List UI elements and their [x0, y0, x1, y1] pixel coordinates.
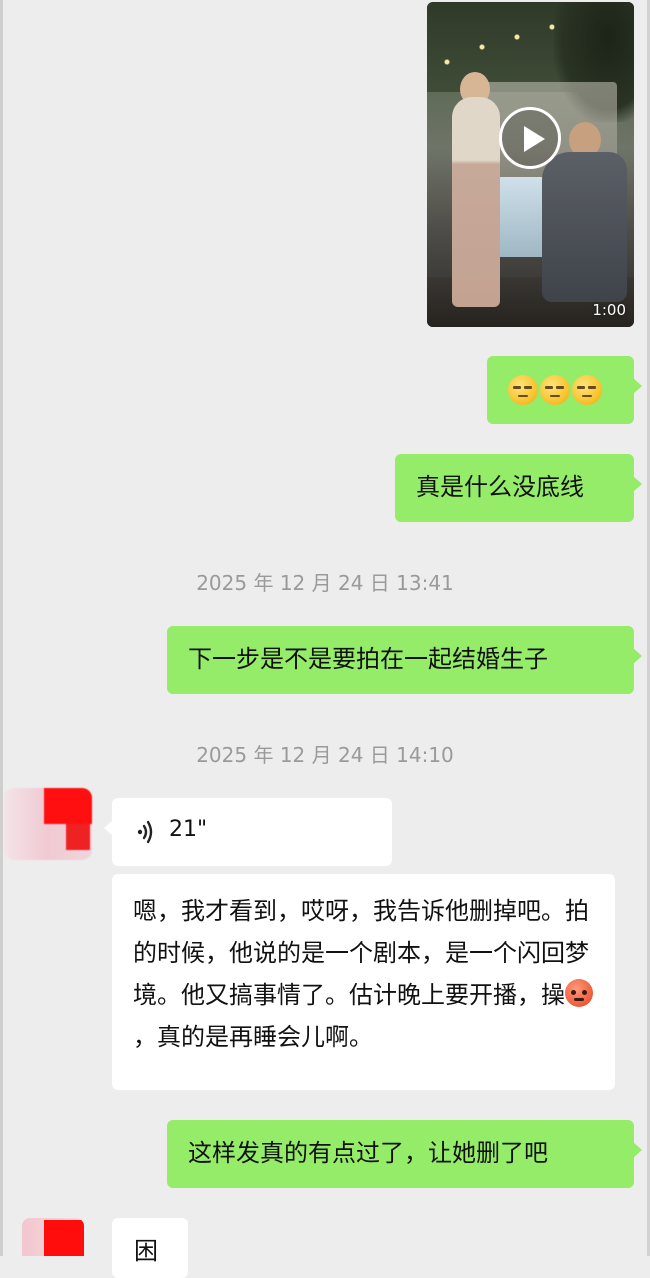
- timestamp: 2025 年 12 月 24 日 13:41: [196, 571, 454, 595]
- message-text: 嗯，我才看到，哎呀，我告诉他删掉吧。拍的时候，他说的是一个剧本，是一个闪回梦境。…: [133, 897, 589, 1009]
- avatar-red-block: [44, 788, 92, 824]
- standing-woman: [452, 97, 500, 307]
- contact-avatar[interactable]: [22, 1218, 84, 1256]
- avatar-red-block: [44, 1220, 84, 1256]
- sent-message-bubble[interactable]: 真是什么没底线: [395, 454, 642, 522]
- received-message-bubble[interactable]: 嗯，我才看到，哎呀，我告诉他删掉吧。拍的时候，他说的是一个剧本，是一个闪回梦境。…: [112, 874, 615, 1090]
- left-edge: [0, 0, 3, 1256]
- voice-duration: 21": [169, 817, 208, 842]
- play-triangle-icon: [524, 126, 545, 152]
- voice-wave-icon: [137, 820, 153, 844]
- unamused-face-emoji: [540, 375, 570, 405]
- angry-face-emoji: [565, 979, 593, 1007]
- sent-message-bubble[interactable]: 下一步是不是要拍在一起结婚生子: [167, 626, 642, 694]
- avatar-red-block: [66, 824, 90, 850]
- kneeling-man: [542, 152, 627, 302]
- video-message-thumbnail[interactable]: 1:00: [427, 2, 634, 327]
- voice-message-bubble[interactable]: 21": [104, 798, 392, 866]
- contact-avatar[interactable]: [4, 788, 92, 860]
- play-button-icon[interactable]: [499, 107, 561, 169]
- unamused-face-emoji: [508, 375, 538, 405]
- message-text: 下一步是不是要拍在一起结婚生子: [188, 645, 548, 673]
- unamused-face-emoji: [572, 375, 602, 405]
- sent-emoji-bubble[interactable]: [487, 356, 642, 424]
- video-duration: 1:00: [592, 301, 626, 319]
- message-text: 困: [134, 1237, 158, 1265]
- received-message-bubble-partial[interactable]: 困: [112, 1218, 188, 1278]
- timestamp: 2025 年 12 月 24 日 14:10: [196, 743, 454, 767]
- message-text: 这样发真的有点过了，让她删了吧: [188, 1139, 548, 1167]
- sent-message-bubble[interactable]: 这样发真的有点过了，让她删了吧: [167, 1120, 642, 1188]
- message-text: 真是什么没底线: [416, 473, 584, 501]
- message-text-continued: ，真的是再睡会儿啊。: [133, 1023, 373, 1051]
